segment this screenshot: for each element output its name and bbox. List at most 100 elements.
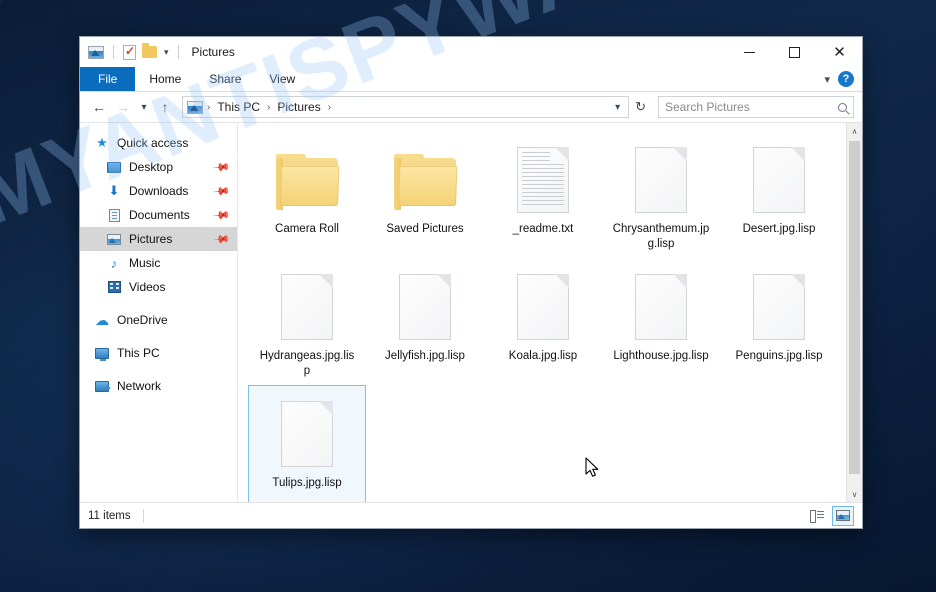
breadcrumb-pictures[interactable]: Pictures — [274, 100, 323, 114]
pictures-library-icon[interactable] — [88, 45, 104, 59]
file-item[interactable]: Lighthouse.jpg.lisp — [602, 258, 720, 385]
sidebar-item-downloads[interactable]: ⬇ Downloads 📌 — [80, 179, 237, 203]
search-icon[interactable] — [838, 102, 847, 112]
desktop-icon — [106, 161, 122, 173]
sidebar-item-pictures[interactable]: Pictures 📌 — [80, 227, 237, 251]
close-button[interactable]: ✕ — [817, 37, 862, 67]
help-icon[interactable]: ? — [838, 71, 854, 87]
large-icons-view-button[interactable] — [832, 505, 854, 526]
tab-file[interactable]: File — [80, 67, 136, 91]
breadcrumb-this-pc[interactable]: This PC — [214, 100, 263, 114]
unknown-file-icon — [753, 138, 805, 222]
unknown-file-icon — [281, 392, 333, 476]
breadcrumb-separator-2[interactable]: › — [326, 102, 333, 113]
file-item[interactable]: _readme.txt — [484, 131, 602, 258]
up-button[interactable]: ↑ — [154, 96, 176, 118]
sidebar-item-desktop[interactable]: Desktop 📌 — [80, 155, 237, 179]
sidebar-label-network: Network — [117, 379, 162, 393]
recent-locations-button[interactable]: ▾ — [136, 96, 152, 118]
music-icon: ♪ — [110, 255, 118, 271]
status-divider — [142, 508, 144, 523]
window-title-bar: ▾ Pictures ✕ — [80, 37, 862, 67]
view-toggle-group — [806, 505, 854, 526]
sidebar-label-desktop: Desktop — [129, 160, 174, 174]
file-item[interactable]: Koala.jpg.lisp — [484, 258, 602, 385]
breadcrumb[interactable]: › This PC › Pictures › ▾ — [182, 96, 630, 118]
file-item[interactable]: Jellyfish.jpg.lisp — [366, 258, 484, 385]
tab-home[interactable]: Home — [135, 67, 195, 91]
window-title: Pictures — [191, 45, 235, 59]
sidebar-item-videos[interactable]: Videos — [80, 275, 237, 299]
file-item[interactable]: Penguins.jpg.lisp — [720, 258, 838, 385]
folder-icon — [276, 138, 340, 222]
file-name-label: Penguins.jpg.lisp — [735, 350, 823, 362]
file-item[interactable]: Saved Pictures — [366, 131, 484, 258]
scroll-down-button[interactable]: ∨ — [847, 486, 862, 502]
sidebar-item-onedrive[interactable]: ☁ OneDrive — [80, 308, 237, 332]
pin-icon-pictures[interactable]: 📌 — [213, 230, 232, 248]
toolbar-divider — [113, 45, 114, 59]
address-dropdown-icon[interactable]: ▾ — [611, 102, 624, 113]
network-icon — [94, 380, 111, 392]
video-icon — [106, 281, 122, 293]
breadcrumb-pictures-icon — [187, 100, 203, 114]
file-name-label: _readme.txt — [512, 223, 574, 235]
sidebar-item-network[interactable]: Network — [80, 374, 237, 398]
download-icon: ⬇ — [108, 183, 120, 198]
pin-icon-documents[interactable]: 📌 — [213, 206, 232, 224]
folder-icon — [394, 138, 458, 222]
tab-view[interactable]: View — [255, 67, 309, 91]
scrollbar-thumb[interactable] — [849, 141, 860, 475]
properties-icon[interactable] — [123, 44, 136, 60]
file-item[interactable]: Tulips.jpg.lisp — [248, 385, 366, 502]
breadcrumb-separator-0: › — [207, 101, 211, 113]
forward-button[interactable]: → — [112, 96, 134, 118]
sidebar-gap-1 — [80, 299, 237, 308]
status-bar: 11 items — [80, 502, 862, 528]
file-explorer-window: ▾ Pictures ✕ File Home Share View ▾ ? ← … — [79, 36, 863, 529]
sidebar-label-pictures: Pictures — [129, 232, 173, 246]
star-icon: ★ — [96, 135, 108, 150]
file-item[interactable]: Desert.jpg.lisp — [720, 131, 838, 258]
chevron-down-icon[interactable]: ▾ — [824, 73, 830, 86]
file-name-label: Camera Roll — [275, 223, 339, 235]
sidebar-label-downloads: Downloads — [129, 184, 189, 198]
file-item[interactable]: Chrysanthemum.jpg.lisp — [602, 131, 720, 258]
sidebar-label-this-pc: This PC — [117, 346, 160, 360]
maximize-button[interactable] — [772, 37, 817, 67]
cloud-icon: ☁ — [95, 311, 109, 328]
file-name-label: Saved Pictures — [386, 223, 464, 235]
search-box[interactable] — [658, 96, 854, 118]
sidebar-item-music[interactable]: ♪ Music — [80, 251, 237, 275]
sidebar-item-this-pc[interactable]: This PC — [80, 341, 237, 365]
customize-caret-icon[interactable]: ▾ — [164, 47, 169, 58]
search-input[interactable] — [665, 100, 834, 114]
scrollbar-track[interactable] — [847, 139, 862, 486]
navigation-pane: ★ Quick access Desktop 📌 ⬇ Downloads 📌 D… — [80, 123, 238, 502]
file-name-label: Jellyfish.jpg.lisp — [385, 350, 465, 362]
toolbar-divider-2 — [177, 45, 179, 59]
unknown-file-icon — [635, 265, 687, 349]
vertical-scrollbar[interactable]: ∧ ∨ — [846, 123, 862, 502]
pin-icon-downloads[interactable]: 📌 — [213, 182, 232, 200]
file-name-label: Lighthouse.jpg.lisp — [613, 350, 709, 362]
file-item[interactable]: Hydrangeas.jpg.lisp — [248, 258, 366, 385]
refresh-icon[interactable]: ↻ — [631, 99, 650, 115]
file-name-label: Desert.jpg.lisp — [742, 223, 816, 235]
sidebar-item-quick-access[interactable]: ★ Quick access — [80, 131, 237, 155]
tab-share[interactable]: Share — [195, 67, 255, 91]
sidebar-label-onedrive: OneDrive — [117, 313, 168, 327]
details-view-button[interactable] — [806, 506, 828, 526]
file-name-label: Tulips.jpg.lisp — [272, 477, 342, 489]
back-button[interactable]: ← — [88, 96, 110, 118]
pin-icon-desktop[interactable]: 📌 — [213, 158, 232, 176]
minimize-button[interactable] — [727, 37, 772, 67]
pictures-icon — [106, 233, 122, 245]
item-count-label: 11 items — [88, 509, 131, 522]
new-folder-icon[interactable] — [142, 43, 157, 58]
sidebar-label-documents: Documents — [129, 208, 190, 222]
sidebar-item-documents[interactable]: Documents 📌 — [80, 203, 237, 227]
file-name-label: Koala.jpg.lisp — [508, 350, 578, 362]
scroll-up-button[interactable]: ∧ — [847, 123, 862, 139]
file-item[interactable]: Camera Roll — [248, 131, 366, 258]
